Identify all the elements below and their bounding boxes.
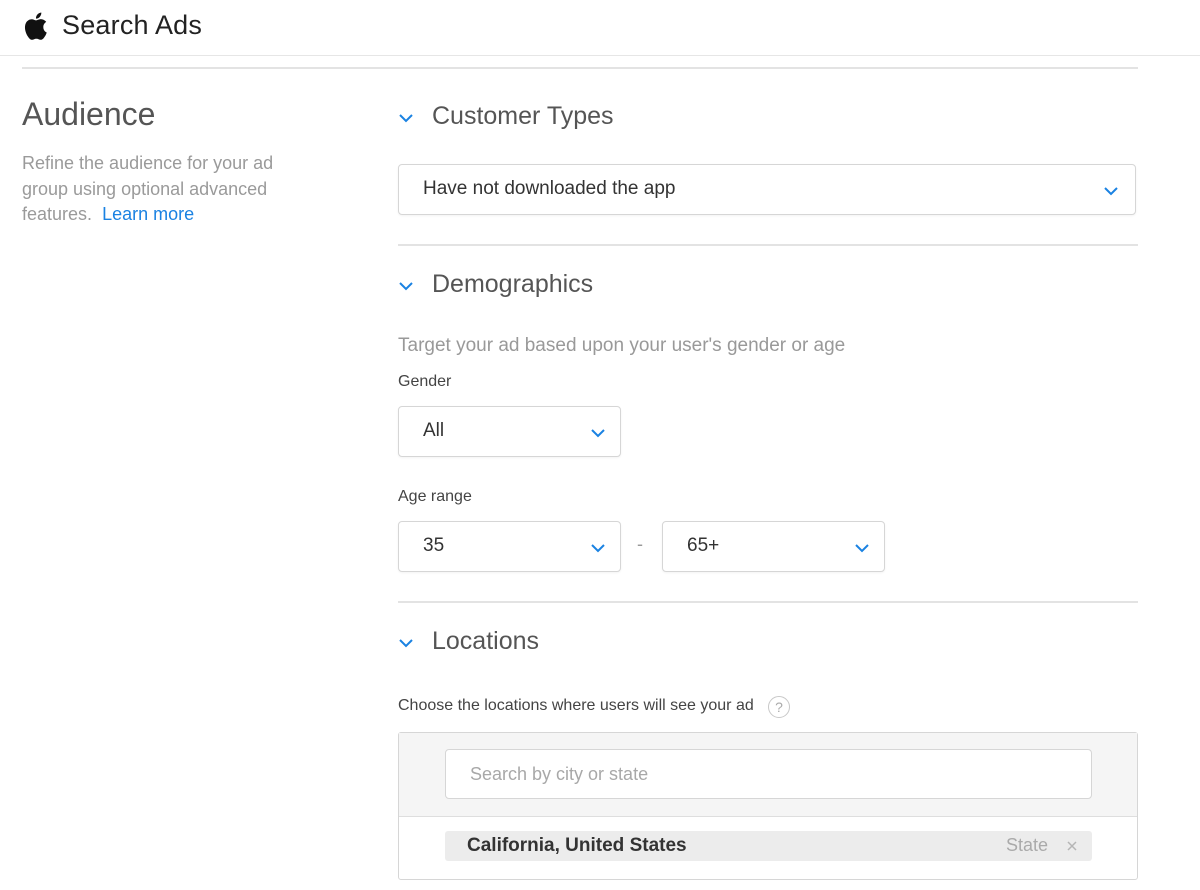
gender-label: Gender <box>398 373 452 390</box>
age-range-label: Age range <box>398 488 472 505</box>
close-icon[interactable] <box>1066 840 1078 852</box>
locations-header[interactable]: Locations <box>398 627 698 659</box>
customer-type-select[interactable]: Have not downloaded the app <box>398 164 1136 215</box>
audience-heading: Audience <box>22 96 156 132</box>
location-search-area <box>399 733 1137 817</box>
demographics-title: Demographics <box>432 270 594 298</box>
locations-panel: California, United States State <box>398 732 1138 880</box>
age-max-select[interactable]: 65+ <box>662 521 885 572</box>
apple-logo-icon[interactable] <box>22 11 48 41</box>
location-name: California, United States <box>467 835 687 856</box>
age-min-select[interactable]: 35 <box>398 521 621 572</box>
age-range-separator: - <box>637 534 643 554</box>
demographics-header[interactable]: Demographics <box>398 270 698 302</box>
section-divider <box>398 244 1138 246</box>
age-min-value: 35 <box>423 535 445 556</box>
chevron-down-icon <box>591 429 605 438</box>
location-search-input[interactable] <box>445 749 1092 799</box>
demographics-helper: Target your ad based upon your user's ge… <box>398 335 846 356</box>
location-item: California, United States State <box>445 831 1092 861</box>
customer-types-header[interactable]: Customer Types <box>398 102 698 134</box>
section-divider <box>398 601 1138 603</box>
locations-label: Choose the locations where users will se… <box>398 697 754 714</box>
chevron-down-icon <box>855 544 869 553</box>
locations-title: Locations <box>432 627 540 655</box>
top-bar: Search Ads <box>0 0 1200 56</box>
brand-title: Search Ads <box>62 10 203 40</box>
audience-description: Refine the audience for your ad group us… <box>22 151 322 228</box>
location-type: State <box>1005 835 1048 855</box>
chevron-down-icon <box>399 639 413 648</box>
gender-select[interactable]: All <box>398 406 621 457</box>
chevron-down-icon <box>1104 187 1118 196</box>
customer-types-title: Customer Types <box>432 102 614 130</box>
help-icon[interactable]: ? <box>768 696 790 718</box>
chevron-down-icon <box>591 544 605 553</box>
gender-value: All <box>423 420 445 441</box>
customer-type-value: Have not downloaded the app <box>423 178 676 199</box>
chevron-down-icon <box>399 282 413 291</box>
learn-more-link[interactable]: Learn more <box>102 204 194 224</box>
chevron-down-icon <box>399 114 413 123</box>
top-divider <box>22 67 1138 69</box>
age-max-value: 65+ <box>687 535 720 556</box>
